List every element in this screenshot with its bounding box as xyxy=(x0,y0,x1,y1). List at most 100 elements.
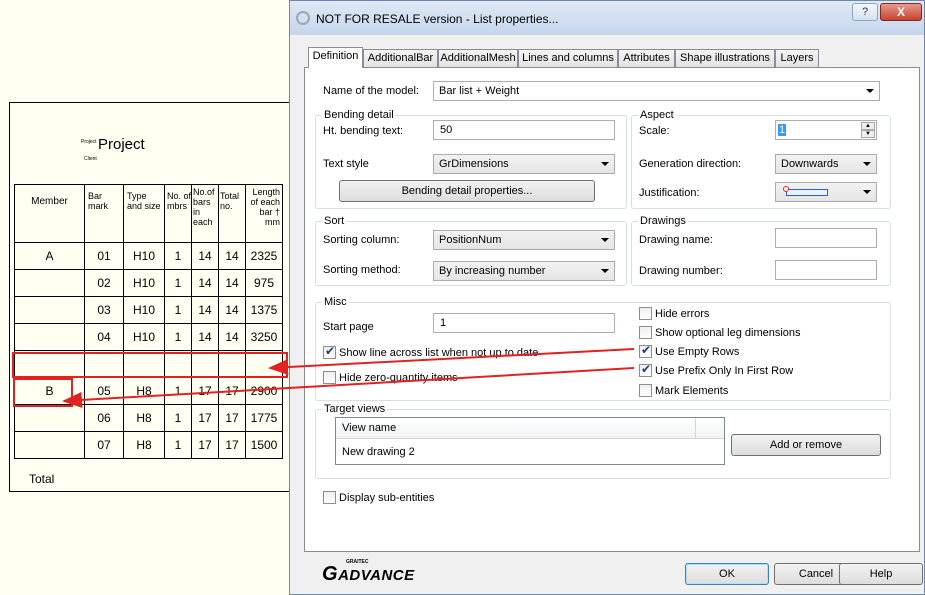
total-line xyxy=(9,491,299,492)
show-line-checkbox[interactable] xyxy=(323,344,336,359)
chevron-down-icon xyxy=(863,162,871,166)
drawing-name-input[interactable] xyxy=(775,228,877,248)
cell-type: H10 xyxy=(123,323,165,351)
client-small-label: Client xyxy=(84,156,97,162)
ok-button[interactable]: OK xyxy=(685,563,769,585)
list-properties-dialog: NOT FOR RESALE version - List properties… xyxy=(289,0,925,595)
ht-bending-input[interactable]: 50 xyxy=(433,120,615,140)
use-prefix-label: Use Prefix Only In First Row xyxy=(655,365,794,377)
prefix-highlight xyxy=(13,378,73,407)
cell-mark: 04 xyxy=(84,323,124,351)
use-empty-rows-checkbox[interactable] xyxy=(639,343,652,358)
cell-type: H10 xyxy=(123,269,165,297)
use-empty-rows-label: Use Empty Rows xyxy=(655,346,740,358)
model-name-value: Bar list + Weight xyxy=(439,85,520,97)
cell-mark: 06 xyxy=(84,404,124,432)
view-name-column-header[interactable]: View name xyxy=(336,418,724,439)
target-views-list[interactable]: View name New drawing 2 xyxy=(335,417,725,465)
definition-tab-page: Name of the model: Bar list + Weight Ben… xyxy=(304,67,920,552)
cell-length: 2325 xyxy=(245,242,283,270)
tab-layers[interactable]: Layers xyxy=(775,49,819,67)
table-row: 07 H8 1 17 17 1500 xyxy=(14,431,283,459)
drawings-title: Drawings xyxy=(638,215,688,227)
table-row: A 01 H10 1 14 14 2325 xyxy=(14,242,283,270)
bar-list-table: Member Bar mark Type and size No. of mbr… xyxy=(14,184,283,459)
bending-detail-properties-button[interactable]: Bending detail properties... xyxy=(339,180,595,202)
start-page-input[interactable]: 1 xyxy=(433,313,615,333)
add-or-remove-button[interactable]: Add or remove xyxy=(731,434,881,456)
tab-attributes[interactable]: Attributes xyxy=(618,49,675,67)
generation-direction-value: Downwards xyxy=(781,158,839,170)
justification-label: Justification: xyxy=(639,187,700,199)
cell-mark: 07 xyxy=(84,431,124,459)
bending-detail-title: Bending detail xyxy=(322,109,396,121)
use-prefix-checkbox[interactable] xyxy=(639,362,652,377)
header-bars-each: No.of bars in each xyxy=(191,184,219,243)
hide-zero-checkbox[interactable] xyxy=(323,371,336,384)
tab-additionalbar[interactable]: AdditionalBar xyxy=(363,49,438,67)
cell-mark: 05 xyxy=(84,377,124,405)
text-style-value: GrDimensions xyxy=(439,158,509,170)
close-button[interactable]: X xyxy=(880,3,922,21)
display-sub-entities-label: Display sub-entities xyxy=(339,492,435,504)
model-name-label: Name of the model: xyxy=(323,85,419,97)
scale-spinner[interactable]: 1 ▲ ▼ xyxy=(775,120,877,140)
logo-text: ADVANCE xyxy=(338,567,415,584)
table-row: 03 H10 1 14 14 1375 xyxy=(14,296,283,324)
tab-lines-columns[interactable]: Lines and columns xyxy=(518,49,618,67)
empty-row-highlight xyxy=(12,352,288,378)
cell-length: 2900 xyxy=(245,377,283,405)
sorting-column-dropdown[interactable]: PositionNum xyxy=(433,230,615,250)
misc-title: Misc xyxy=(322,296,349,308)
cell-bars: 17 xyxy=(191,404,219,432)
cell-mbrs: 1 xyxy=(164,242,192,270)
hide-zero-label: Hide zero-quantity items xyxy=(339,372,458,384)
cell-member: A xyxy=(14,242,85,270)
cell-length: 1500 xyxy=(245,431,283,459)
column-separator xyxy=(695,418,696,439)
header-member: Member xyxy=(14,184,85,243)
cell-total: 14 xyxy=(218,296,246,324)
help-button[interactable]: Help xyxy=(839,563,923,585)
display-sub-entities-checkbox[interactable] xyxy=(323,491,336,504)
text-style-label: Text style xyxy=(323,158,369,170)
graitec-advance-logo: GADVANCE xyxy=(322,563,415,586)
cell-type: H8 xyxy=(123,431,165,459)
spin-down-icon[interactable]: ▼ xyxy=(861,130,875,138)
tab-shape-illustrations[interactable]: Shape illustrations xyxy=(675,49,775,67)
cell-mbrs: 1 xyxy=(164,323,192,351)
chevron-down-icon xyxy=(601,269,609,273)
mark-elements-label: Mark Elements xyxy=(655,385,729,397)
list-item[interactable]: New drawing 2 xyxy=(342,446,415,458)
spin-up-icon[interactable]: ▲ xyxy=(861,122,875,130)
header-total-no: Total no. xyxy=(218,184,246,243)
title-bar[interactable]: NOT FOR RESALE version - List properties… xyxy=(290,1,924,35)
mark-elements-checkbox[interactable] xyxy=(639,384,652,397)
show-optional-checkbox[interactable] xyxy=(639,326,652,339)
cell-mbrs: 1 xyxy=(164,296,192,324)
cell-bars: 14 xyxy=(191,323,219,351)
cell-length: 1775 xyxy=(245,404,283,432)
cell-length: 3250 xyxy=(245,323,283,351)
project-title: Project xyxy=(98,136,145,153)
tab-definition[interactable]: Definition xyxy=(308,47,363,68)
generation-direction-dropdown[interactable]: Downwards xyxy=(775,154,877,174)
aspect-title: Aspect xyxy=(638,109,676,121)
tab-additionalmesh[interactable]: AdditionalMesh xyxy=(438,49,518,67)
chevron-down-icon xyxy=(601,162,609,166)
drawing-number-input[interactable] xyxy=(775,260,877,280)
cell-mark: 02 xyxy=(84,269,124,297)
justification-left-icon xyxy=(786,189,828,196)
model-name-dropdown[interactable]: Bar list + Weight xyxy=(433,81,880,101)
hide-errors-label: Hide errors xyxy=(655,308,710,320)
drawing-name-label: Drawing name: xyxy=(639,234,713,246)
ht-bending-label: Ht. bending text: xyxy=(323,125,404,137)
target-views-title: Target views xyxy=(322,403,388,415)
app-icon xyxy=(296,11,310,25)
cell-mbrs: 1 xyxy=(164,404,192,432)
justification-dropdown[interactable] xyxy=(775,182,877,202)
hide-errors-checkbox[interactable] xyxy=(639,307,652,320)
sorting-method-dropdown[interactable]: By increasing number xyxy=(433,261,615,281)
text-style-dropdown[interactable]: GrDimensions xyxy=(433,154,615,174)
help-title-button[interactable]: ? xyxy=(852,3,878,21)
